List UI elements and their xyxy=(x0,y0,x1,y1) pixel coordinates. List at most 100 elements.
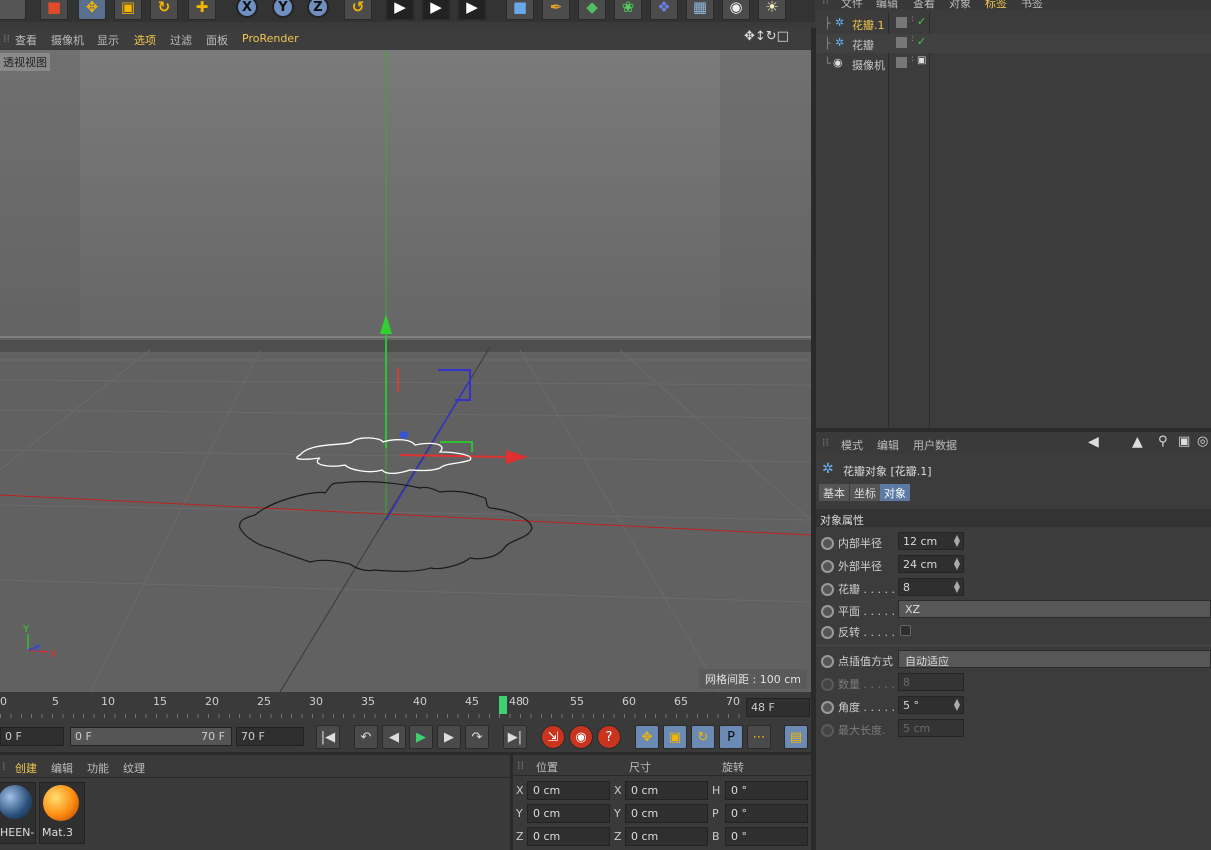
inner-radius-field[interactable]: 12 cm ▲ ▼ xyxy=(898,532,964,550)
cloner-icon[interactable]: ❀ xyxy=(614,0,642,20)
undo-icon[interactable] xyxy=(0,0,26,20)
keyframe-radio[interactable] xyxy=(821,701,834,714)
mm-menu-edit[interactable]: 编辑 xyxy=(51,760,73,776)
search-icon[interactable]: ⚲ xyxy=(1158,434,1168,449)
object-row-petal[interactable]: ├ ✲ 花瓣 : ✓ xyxy=(816,34,1211,53)
keyframe-radio[interactable] xyxy=(821,605,834,618)
menu-filter[interactable]: 过滤 xyxy=(170,32,192,48)
light-icon[interactable]: ☀ xyxy=(758,0,786,20)
camera-target-icon[interactable]: ▣ xyxy=(917,55,926,66)
keyframe-radio[interactable] xyxy=(821,560,834,573)
tab-basic[interactable]: 基本 xyxy=(819,484,849,501)
keyframe-radio[interactable] xyxy=(821,537,834,550)
interpolation-dropdown[interactable]: 自动适应 xyxy=(898,650,1211,668)
rotate-tool-icon[interactable]: ↻ xyxy=(150,0,178,20)
menu-options[interactable]: 选项 xyxy=(134,32,156,48)
mm-menu-texture[interactable]: 纹理 xyxy=(123,760,145,776)
position-x-field[interactable]: 0 cm xyxy=(527,781,610,800)
petals-field[interactable]: 8 ▲ ▼ xyxy=(898,578,964,596)
enabled-check-icon[interactable]: ✓ xyxy=(917,15,926,28)
subdivision-icon[interactable]: ◆ xyxy=(578,0,606,20)
om-menu-view[interactable]: 查看 xyxy=(913,0,935,10)
am-menu-edit[interactable]: 编辑 xyxy=(877,437,899,453)
render-settings-icon[interactable]: ▶ xyxy=(458,0,486,20)
autokey-icon[interactable]: ◉ xyxy=(569,725,593,749)
om-menu-object[interactable]: 对象 xyxy=(949,0,971,10)
play-icon[interactable]: ▶ xyxy=(409,725,433,749)
menu-panel[interactable]: 面板 xyxy=(206,32,228,48)
playhead[interactable] xyxy=(499,696,507,714)
editor-visibility-icon[interactable] xyxy=(896,37,907,48)
key-move-icon[interactable]: ✥ xyxy=(635,725,659,749)
size-x-field[interactable]: 0 cm xyxy=(625,781,708,800)
floor-icon[interactable]: ▦ xyxy=(686,0,714,20)
key-scale-icon[interactable]: ▣ xyxy=(663,725,687,749)
select-tool-icon[interactable]: ■ xyxy=(40,0,68,20)
key-pla-icon[interactable]: ⋯ xyxy=(747,725,771,749)
mm-menu-create[interactable]: 创建 xyxy=(15,760,37,776)
am-menu-mode[interactable]: 模式 xyxy=(841,437,863,453)
goto-start-icon[interactable]: |◀ xyxy=(316,725,340,749)
goto-end-icon[interactable]: ▶| xyxy=(503,725,527,749)
angle-field[interactable]: 5 ° ▲ ▼ xyxy=(898,696,964,714)
menu-display[interactable]: 显示 xyxy=(97,32,119,48)
prev-frame-icon[interactable]: ◀ xyxy=(382,725,406,749)
next-frame-icon[interactable]: ▶ xyxy=(437,725,461,749)
object-name[interactable]: 花瓣 xyxy=(852,37,874,53)
grip-handle[interactable]: ⁞⁞ xyxy=(3,32,10,45)
menu-view[interactable]: 查看 xyxy=(15,32,37,48)
outer-radius-field[interactable]: 24 cm ▲ ▼ xyxy=(898,555,964,573)
object-row-camera[interactable]: └ ◉ 摄像机 : ▣ xyxy=(816,54,1211,73)
reverse-checkbox[interactable] xyxy=(900,625,911,636)
am-menu-userdata[interactable]: 用户数据 xyxy=(913,437,957,453)
timeline[interactable]: 0 5 10 15 20 25 30 35 40 45 48 0 55 60 6… xyxy=(0,692,812,720)
position-z-field[interactable]: 0 cm xyxy=(527,827,610,846)
mm-menu-function[interactable]: 功能 xyxy=(87,760,109,776)
keyframe-radio[interactable] xyxy=(821,626,834,639)
viewport-label[interactable]: 透视视图 xyxy=(0,53,50,71)
key-rotate-icon[interactable]: ↻ xyxy=(691,725,715,749)
rotation-b-field[interactable]: 0 ° xyxy=(725,827,808,846)
editor-visibility-icon[interactable] xyxy=(896,57,907,68)
preview-range-slider[interactable]: 0 F 70 F xyxy=(70,727,232,746)
viewport-nav-icons[interactable]: ✥↕↻□ xyxy=(744,29,789,44)
om-menu-tags[interactable]: 标签 xyxy=(985,0,1007,10)
size-z-field[interactable]: 0 cm xyxy=(625,827,708,846)
tab-object[interactable]: 对象 xyxy=(880,484,910,501)
om-menu-file[interactable]: 文件 xyxy=(841,0,863,10)
om-menu-bookmarks[interactable]: 书签 xyxy=(1021,0,1043,10)
position-y-field[interactable]: 0 cm xyxy=(527,804,610,823)
scale-tool-icon[interactable]: ▣ xyxy=(114,0,142,20)
rotation-p-field[interactable]: 0 ° xyxy=(725,804,808,823)
keyframe-help-icon[interactable]: ? xyxy=(597,725,621,749)
enabled-check-icon[interactable]: ✓ xyxy=(917,35,926,48)
x-axis-lock-icon[interactable]: X xyxy=(236,0,258,18)
object-name[interactable]: 摄像机 xyxy=(852,57,885,73)
add-tool-icon[interactable]: ✚ xyxy=(188,0,216,20)
menu-prorender[interactable]: ProRender xyxy=(242,32,299,45)
material-swatch[interactable]: HEEN- xyxy=(0,782,36,844)
start-frame-field[interactable]: 0 F xyxy=(0,727,64,746)
keyframe-radio[interactable] xyxy=(821,583,834,596)
render-to-picture-viewer-icon[interactable]: ▶ xyxy=(422,0,450,20)
menu-camera[interactable]: 摄像机 xyxy=(51,32,84,48)
render-view-icon[interactable]: ▶ xyxy=(386,0,414,20)
move-tool-icon[interactable]: ✥ xyxy=(78,0,106,20)
end-frame-field[interactable]: 70 F xyxy=(236,727,304,746)
settings-icon[interactable]: ◎ xyxy=(1197,434,1208,449)
editor-visibility-icon[interactable] xyxy=(896,17,907,28)
coordinate-system-icon[interactable]: ↺ xyxy=(344,0,372,20)
camera-icon[interactable]: ◉ xyxy=(722,0,750,20)
cube-icon[interactable]: ■ xyxy=(506,0,534,20)
key-param-icon[interactable]: P xyxy=(719,725,743,749)
keyframe-radio[interactable] xyxy=(821,655,834,668)
rotation-h-field[interactable]: 0 ° xyxy=(725,781,808,800)
perspective-viewport[interactable]: Y X Z xyxy=(0,50,811,692)
prev-key-icon[interactable]: ↶ xyxy=(354,725,378,749)
y-axis-lock-icon[interactable]: Y xyxy=(272,0,294,18)
up-arrow-icon[interactable]: ▲ xyxy=(1132,434,1143,450)
deformer-icon[interactable]: ❖ xyxy=(650,0,678,20)
lock-icon[interactable]: ▣ xyxy=(1178,434,1190,449)
back-arrow-icon[interactable]: ◀ xyxy=(1088,434,1099,450)
next-key-icon[interactable]: ↷ xyxy=(465,725,489,749)
